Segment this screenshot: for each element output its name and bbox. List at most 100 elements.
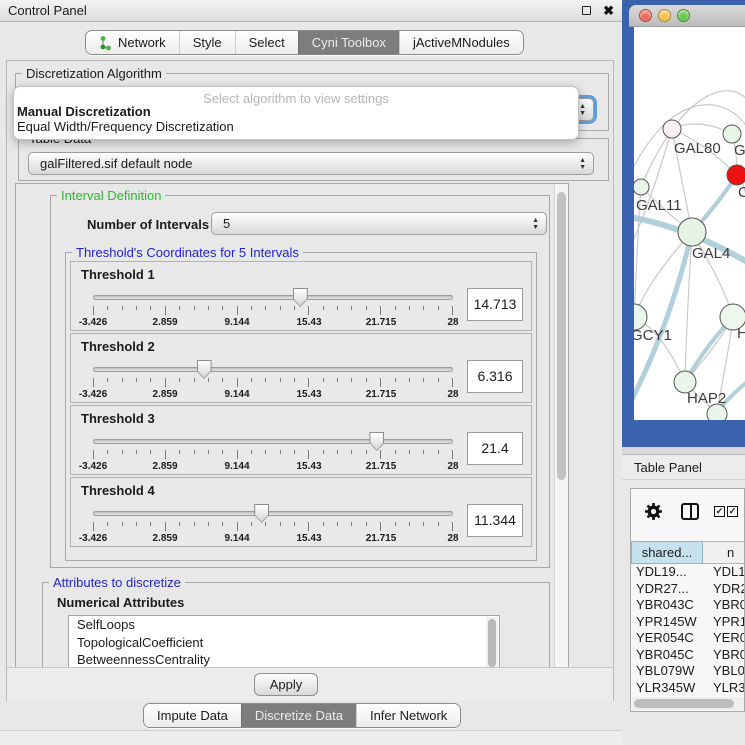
threshold-slider[interactable]: -3.4262.8599.14415.4321.71528 xyxy=(93,504,453,548)
cell-shared-name: YBL079W xyxy=(631,663,703,680)
network-canvas[interactable]: GAL80GACGAL11GAL4GCY1HHAP2 xyxy=(634,27,745,420)
close-traffic-light[interactable] xyxy=(639,9,652,22)
attribute-item[interactable]: SelfLoops xyxy=(69,616,499,634)
column-header-name[interactable]: n xyxy=(703,541,745,564)
apply-button[interactable]: Apply xyxy=(254,673,318,696)
threshold-panel-1: Threshold 1 -3.4262.8599.14415.4321.7152… xyxy=(70,261,532,331)
threshold-label: Threshold 1 xyxy=(81,267,155,282)
slider-thumb[interactable] xyxy=(197,360,212,379)
node-label: GAL11 xyxy=(636,197,682,214)
cell-name: YLR3 xyxy=(703,680,745,697)
slider-thumb[interactable] xyxy=(254,504,269,523)
tab-style[interactable]: Style xyxy=(179,31,235,54)
attributes-list[interactable]: SelfLoopsTopologicalCoefficientBetweenne… xyxy=(68,615,500,671)
tick-label: 28 xyxy=(447,461,458,472)
slider-track[interactable] xyxy=(93,367,453,372)
popup-item-manual-discretization[interactable]: Manual Discretization xyxy=(14,104,578,119)
network-node[interactable] xyxy=(727,165,745,185)
combo-value: galFiltered.sif default node xyxy=(40,156,192,171)
table-row[interactable]: YBR043C YBR0 xyxy=(631,597,745,614)
threshold-value-box[interactable]: 11.344 xyxy=(467,504,523,537)
number-of-intervals-combobox[interactable]: 5 ▲▼ xyxy=(211,212,547,235)
threshold-value-box[interactable]: 21.4 xyxy=(467,432,523,465)
table-panel-title: Table Panel xyxy=(634,460,702,475)
attribute-item[interactable]: TopologicalCoefficient xyxy=(69,634,499,652)
tab-label: Style xyxy=(193,35,222,50)
tab-label: Cyni Toolbox xyxy=(312,35,386,50)
tab-network[interactable]: Network xyxy=(86,31,179,54)
tab-impute-data[interactable]: Impute Data xyxy=(144,704,241,727)
table-row[interactable]: YER054C YER0 xyxy=(631,630,745,647)
network-node[interactable] xyxy=(678,218,706,246)
bottom-strip xyxy=(0,730,622,745)
cell-shared-name: YDL19... xyxy=(631,564,703,581)
slider-track[interactable] xyxy=(93,511,453,516)
slider-ticks xyxy=(93,306,453,316)
table-row[interactable]: YBL079W YBL0 xyxy=(631,663,745,680)
network-node[interactable] xyxy=(723,125,741,143)
table-row[interactable]: YLR345W YLR3 xyxy=(631,680,745,697)
threshold-label: Threshold 3 xyxy=(81,411,155,426)
attribute-item[interactable]: BetweennessCentrality xyxy=(69,651,499,669)
control-panel: Control Panel ✖ NetworkStyleSelectCyni T… xyxy=(0,0,622,745)
vertical-scrollbar[interactable] xyxy=(554,184,568,676)
tab-jactivemnodules[interactable]: jActiveMNodules xyxy=(399,31,523,54)
slider-track[interactable] xyxy=(93,295,453,300)
tick-label: 28 xyxy=(447,389,458,400)
threshold-slider[interactable]: -3.4262.8599.14415.4321.71528 xyxy=(93,288,453,332)
close-icon[interactable]: ✖ xyxy=(603,4,614,17)
split-view-icon[interactable] xyxy=(681,503,699,520)
tab-infer-network[interactable]: Infer Network xyxy=(356,704,460,727)
network-graph[interactable]: GAL80GACGAL11GAL4GCY1HHAP2 xyxy=(634,27,745,420)
slider-ticks xyxy=(93,522,453,532)
table-row[interactable]: YDL19... YDL1 xyxy=(631,564,745,581)
tab-label: Network xyxy=(118,35,166,50)
tab-select[interactable]: Select xyxy=(235,31,298,54)
table-row[interactable]: YDR27... YDR2 xyxy=(631,581,745,598)
slider-thumb[interactable] xyxy=(293,288,308,307)
tick-label: 2.859 xyxy=(152,389,177,400)
table-rows: YDL19... YDL1 YDR27... YDR2 YBR043C YBR0… xyxy=(631,564,745,712)
float-window-icon[interactable] xyxy=(582,6,591,15)
gear-icon[interactable] xyxy=(644,502,663,521)
table-row[interactable]: YBR045C YBR0 xyxy=(631,647,745,664)
network-node[interactable] xyxy=(634,179,649,195)
cell-name: YBR0 xyxy=(703,597,745,614)
tab-label: Infer Network xyxy=(370,708,447,723)
algorithm-dropdown-popup: Select algorithm to view settings Manual… xyxy=(13,86,579,140)
threshold-slider[interactable]: -3.4262.8599.14415.4321.71528 xyxy=(93,360,453,404)
cell-shared-name: YBR045C xyxy=(631,647,703,664)
threshold-label: Threshold 4 xyxy=(81,483,155,498)
node-label: GA xyxy=(734,142,745,159)
tab-cyni-toolbox[interactable]: Cyni Toolbox xyxy=(298,31,399,54)
combo-value: 5 xyxy=(223,216,230,231)
popup-item-equal-width-frequency-discretization[interactable]: Equal Width/Frequency Discretization xyxy=(14,119,578,134)
threshold-value-box[interactable]: 14.713 xyxy=(467,288,523,321)
column-header-shared-name[interactable]: shared... xyxy=(631,541,703,564)
slider-thumb[interactable] xyxy=(369,432,384,451)
tick-label: 15.43 xyxy=(296,317,321,328)
horizontal-scrollbar[interactable] xyxy=(632,697,744,710)
threshold-slider[interactable]: -3.4262.8599.14415.4321.71528 xyxy=(93,432,453,476)
scrollbar-thumb[interactable] xyxy=(557,192,566,480)
threshold-value-box[interactable]: 6.316 xyxy=(467,360,523,393)
column-select-icon[interactable]: ✓✓ xyxy=(714,506,740,517)
cell-shared-name: YLR345W xyxy=(631,680,703,697)
stepper-icon: ▲▼ xyxy=(579,157,586,171)
table-panel-body: ✓✓ shared... n YDL19... YDL1 YDR27... YD… xyxy=(622,480,745,745)
network-node[interactable] xyxy=(663,120,681,138)
cell-shared-name: YDR27... xyxy=(631,581,703,598)
table-row[interactable]: YPR145W YPR1 xyxy=(631,614,745,631)
slider-track[interactable] xyxy=(93,439,453,444)
table-data-combobox[interactable]: galFiltered.sif default node ▲▼ xyxy=(28,152,594,175)
scrollbar-thumb[interactable] xyxy=(634,699,734,708)
interval-definition-group: Interval Definition Number of Intervals … xyxy=(50,195,550,568)
zoom-traffic-light[interactable] xyxy=(677,9,690,22)
node-label: GAL80 xyxy=(674,140,721,157)
tab-discretize-data[interactable]: Discretize Data xyxy=(241,704,356,727)
group-title: Interval Definition xyxy=(57,188,165,203)
group-title: Discretization Algorithm xyxy=(22,66,166,81)
minimize-traffic-light[interactable] xyxy=(658,9,671,22)
list-scrollbar[interactable] xyxy=(486,617,498,669)
table-data-group: Table Data galFiltered.sif default node … xyxy=(18,138,609,181)
